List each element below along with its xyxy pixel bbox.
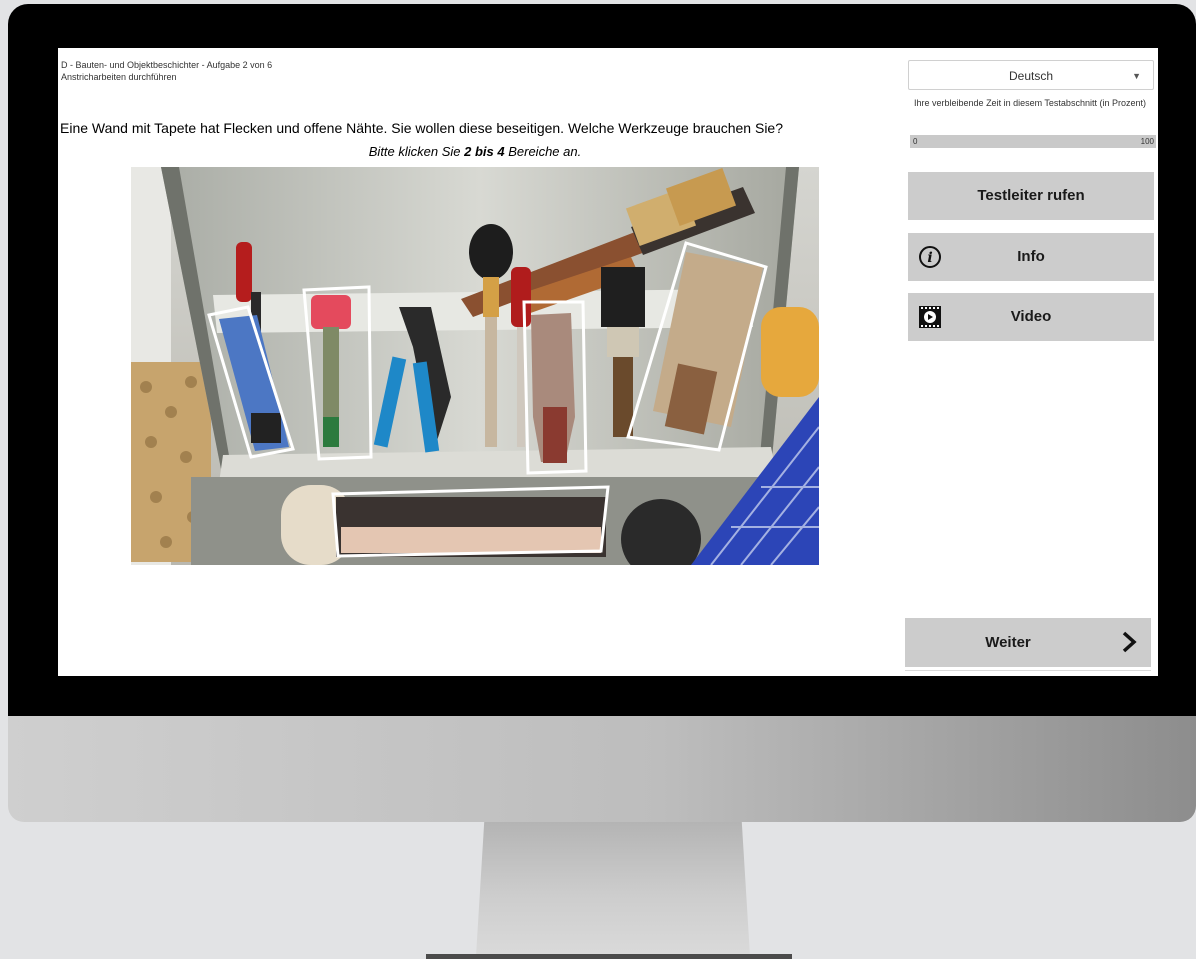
next-button[interactable]: Weiter [905, 618, 1151, 667]
language-select[interactable]: Deutsch ▼ [908, 60, 1154, 90]
instruction-text: Bitte klicken Sie 2 bis 4 Bereiche an. [58, 144, 892, 159]
instruction-suffix: Bereiche an. [504, 144, 582, 159]
time-progress-bar: 0 100 [910, 135, 1156, 148]
call-proctor-label: Testleiter rufen [977, 187, 1085, 204]
monitor-base [426, 954, 792, 959]
divider [905, 670, 1151, 671]
breadcrumb: D - Bauten- und Objektbeschichter - Aufg… [61, 59, 272, 83]
next-label: Weiter [985, 634, 1031, 651]
language-value: Deutsch [1008, 69, 1054, 83]
monitor-chin [8, 716, 1196, 822]
instruction-count: 2 bis 4 [464, 144, 505, 159]
chevron-right-icon [1119, 630, 1139, 658]
time-remaining-label: Ihre verbleibende Zeit in diesem Testabs… [914, 98, 1146, 108]
progress-min-label: 0 [913, 137, 918, 146]
question-text: Eine Wand mit Tapete hat Flecken und off… [60, 120, 784, 136]
call-proctor-button[interactable]: Testleiter rufen [908, 172, 1154, 220]
task-subtitle: Anstricharbeiten durchführen [61, 72, 177, 82]
instruction-prefix: Bitte klicken Sie [368, 144, 465, 159]
tool-photo [131, 167, 819, 565]
info-label: Info [1017, 248, 1045, 265]
video-button[interactable]: Video [908, 293, 1154, 341]
info-button[interactable]: i Info [908, 233, 1154, 281]
test-screen: D - Bauten- und Objektbeschichter - Aufg… [58, 48, 1158, 676]
monitor-stand [476, 822, 750, 956]
chevron-down-icon: ▼ [1132, 71, 1141, 81]
video-label: Video [1010, 308, 1052, 325]
progress-max-label: 100 [1140, 137, 1154, 146]
task-title: D - Bauten- und Objektbeschichter - Aufg… [61, 60, 273, 70]
